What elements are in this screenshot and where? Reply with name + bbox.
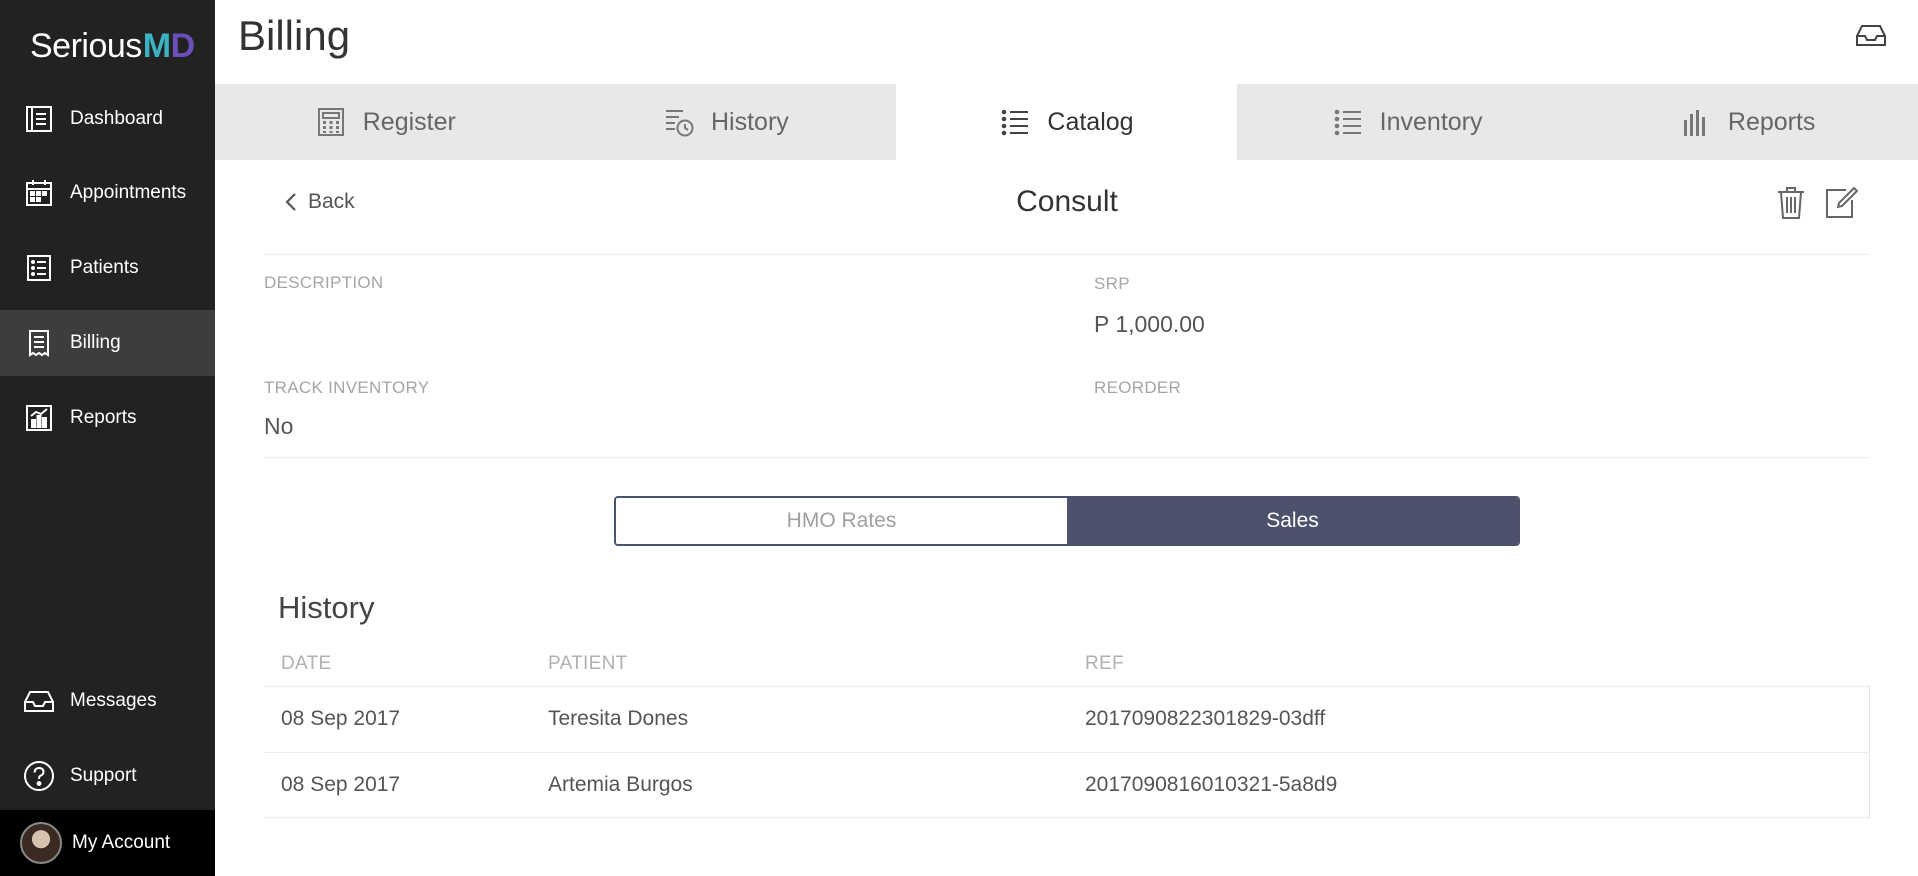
divider xyxy=(264,254,1870,255)
sidebar-item-appointments[interactable]: Appointments xyxy=(0,160,215,226)
row-date: 08 Sep 2017 xyxy=(281,707,401,730)
trash-icon xyxy=(1778,187,1804,219)
history-clock-icon xyxy=(665,110,694,137)
reorder-label: REORDER xyxy=(1094,378,1182,397)
table-row[interactable]: 08 Sep 2017 Teresita Dones 2017090822301… xyxy=(264,686,1870,752)
row-patient: Artemia Burgos xyxy=(548,773,693,796)
tab-reports[interactable]: Reports xyxy=(1577,84,1918,160)
tab-label: History xyxy=(710,107,789,136)
sidebar-item-dashboard[interactable]: Dashboard xyxy=(0,86,215,152)
inbox-icon xyxy=(22,684,56,718)
page-header: Billing xyxy=(215,0,1918,84)
edit-button[interactable] xyxy=(1824,186,1859,222)
tab-register[interactable]: Register xyxy=(215,84,556,160)
row-date: 08 Sep 2017 xyxy=(281,773,401,796)
srp-value: P 1,000.00 xyxy=(1094,311,1205,337)
sidebar-item-label: Billing xyxy=(70,332,121,353)
list-icon xyxy=(1002,109,1029,136)
sidebar-item-billing[interactable]: Billing xyxy=(0,310,215,376)
hmo-rates-tab[interactable]: HMO Rates xyxy=(616,498,1067,544)
app-logo[interactable]: Serious MD xyxy=(30,26,195,66)
row-ref: 2017090816010321-5a8d9 xyxy=(1085,773,1338,796)
tab-inventory[interactable]: Inventory xyxy=(1237,84,1578,160)
billing-tabs: Register History Catalog Inventory Repor… xyxy=(215,84,1918,160)
sidebar-item-label: Messages xyxy=(70,690,157,711)
edit-icon xyxy=(1826,186,1859,218)
delete-button[interactable] xyxy=(1776,186,1808,222)
history-title: History xyxy=(278,590,375,625)
page-title: Billing xyxy=(238,12,351,59)
question-icon xyxy=(22,759,56,793)
tab-label: Register xyxy=(362,107,456,136)
column-header-date: DATE xyxy=(281,653,332,674)
calendar-icon xyxy=(22,176,56,210)
tab-catalog[interactable]: Catalog xyxy=(896,84,1237,160)
hmo-sales-toggle: HMO Rates Sales xyxy=(614,496,1520,546)
divider xyxy=(264,457,1870,458)
tab-label: Inventory xyxy=(1379,107,1483,136)
row-patient: Teresita Dones xyxy=(548,707,689,730)
track-inventory-label: TRACK INVENTORY xyxy=(264,378,430,397)
account-label: My Account xyxy=(72,832,171,853)
column-header-ref: REF xyxy=(1085,653,1124,674)
dashboard-icon xyxy=(22,102,56,136)
tab-label: Reports xyxy=(1727,107,1816,136)
sidebar-item-support[interactable]: Support xyxy=(0,743,215,809)
table-row[interactable]: 08 Sep 2017 Artemia Burgos 2017090816010… xyxy=(264,752,1870,818)
logo-md: MD xyxy=(142,26,195,65)
description-label: DESCRIPTION xyxy=(264,273,384,292)
sidebar-item-reports[interactable]: Reports xyxy=(0,385,215,451)
sidebar-item-label: Patients xyxy=(70,257,139,278)
receipt-icon xyxy=(22,326,56,360)
bar-chart-icon xyxy=(1683,110,1705,136)
row-ref: 2017090822301829-03dff xyxy=(1085,707,1326,730)
sidebar-item-label: Dashboard xyxy=(70,108,163,129)
sidebar-item-label: Support xyxy=(70,765,137,786)
sidebar-item-messages[interactable]: Messages xyxy=(0,668,215,734)
track-inventory-value: No xyxy=(264,413,294,439)
sidebar: Serious MD Dashboard Appointments Patient… xyxy=(0,0,215,876)
list-icon xyxy=(1334,109,1361,136)
sidebar-item-patients[interactable]: Patients xyxy=(0,235,215,301)
srp-label: SRP xyxy=(1094,274,1130,293)
tab-label: Catalog xyxy=(1047,107,1134,136)
avatar xyxy=(20,822,62,864)
chart-icon xyxy=(22,401,56,435)
column-header-patient: PATIENT xyxy=(548,653,628,674)
logo-text: Serious xyxy=(30,26,142,65)
tab-history[interactable]: History xyxy=(556,84,897,160)
sales-tab[interactable]: Sales xyxy=(1067,498,1518,544)
sidebar-item-label: Appointments xyxy=(70,182,187,203)
item-title: Consult xyxy=(1016,185,1118,218)
my-account-button[interactable]: My Account xyxy=(0,810,215,876)
patients-list-icon xyxy=(22,251,56,285)
calculator-icon xyxy=(317,108,344,136)
inbox-icon[interactable] xyxy=(1854,18,1888,52)
sidebar-item-label: Reports xyxy=(70,407,137,428)
